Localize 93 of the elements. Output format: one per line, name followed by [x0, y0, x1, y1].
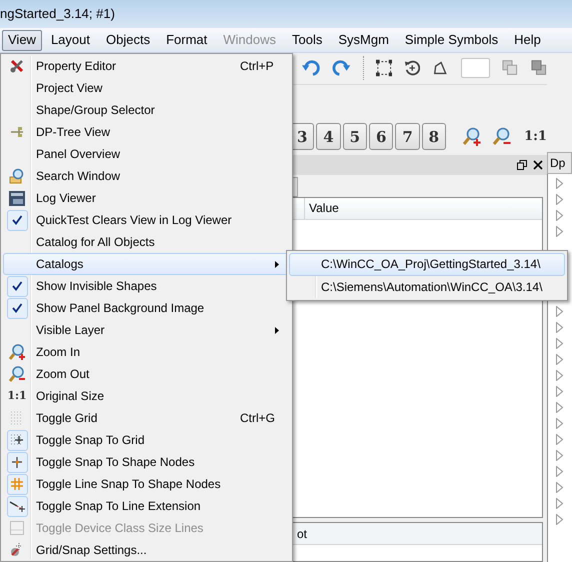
menu-item[interactable]: Catalog for All Objects	[3, 231, 290, 253]
submenu-arrow-icon	[275, 260, 279, 268]
expand-arrow-icon[interactable]	[556, 194, 563, 205]
zoom-out-icon[interactable]	[492, 126, 512, 147]
layer-button[interactable]: 5	[342, 123, 368, 150]
checkbox[interactable]	[6, 452, 28, 472]
tools-icon	[9, 58, 25, 74]
menu-item[interactable]: Property Editor Ctrl+P	[3, 55, 290, 77]
expand-arrow-icon[interactable]	[556, 418, 563, 429]
node-cross-icon	[9, 454, 25, 470]
expand-arrow-icon[interactable]	[556, 386, 563, 397]
column-header[interactable]: ot	[291, 524, 308, 543]
checkbox[interactable]	[6, 474, 28, 494]
square-outline-icon	[9, 520, 25, 536]
close-icon[interactable]	[533, 160, 543, 170]
menu-item: Toggle Device Class Size Lines	[3, 517, 290, 539]
expand-arrow-icon[interactable]	[556, 210, 563, 221]
expand-arrow-icon[interactable]	[556, 434, 563, 445]
menu-item[interactable]: Show Invisible Shapes	[3, 275, 290, 297]
layers-icon[interactable]	[530, 59, 547, 78]
menu-item[interactable]: Format	[159, 30, 214, 50]
tree-nodes-icon	[9, 124, 25, 140]
checkbox[interactable]	[6, 496, 28, 516]
submenu-arrow-icon	[275, 326, 279, 334]
expand-arrow-icon[interactable]	[556, 482, 563, 493]
checkmark-icon	[11, 302, 23, 314]
checkmark-icon	[11, 280, 23, 292]
original-size-button[interactable]: 1:1	[524, 127, 547, 147]
checkbox[interactable]	[6, 298, 28, 318]
search-icon	[9, 168, 25, 184]
menu-item[interactable]: Tools	[285, 30, 330, 50]
menu-item[interactable]: Visible Layer	[3, 319, 290, 341]
menu-item[interactable]: Toggle Snap To Grid	[3, 429, 290, 451]
side-tab[interactable]: Dp	[547, 152, 572, 174]
layer-button[interactable]: 6	[369, 123, 394, 150]
menu-item[interactable]: C:\WinCC_OA_Proj\GettingStarted_3.14\	[289, 253, 565, 276]
menu-item[interactable]: Zoom Out	[3, 363, 290, 385]
column-header[interactable]: Value	[305, 199, 339, 218]
menu-item[interactable]: SysMgm	[331, 30, 396, 50]
expand-arrow-icon[interactable]	[556, 450, 563, 461]
menu-item[interactable]: DP-Tree View	[3, 121, 290, 143]
menu-item[interactable]: Panel Overview	[3, 143, 290, 165]
expand-arrow-icon[interactable]	[556, 306, 563, 317]
menu-item[interactable]: Help	[507, 30, 548, 50]
expand-arrow-icon[interactable]	[556, 370, 563, 381]
layer-button[interactable]: 7	[395, 123, 420, 150]
rotate-icon[interactable]	[404, 59, 420, 78]
menu-item[interactable]: 1:1 Original Size	[3, 385, 290, 407]
menu-item[interactable]: Toggle Line Snap To Shape Nodes	[3, 473, 290, 495]
layers-icon[interactable]	[502, 59, 519, 78]
zoom-in-icon	[9, 344, 25, 360]
zoom-in-icon[interactable]	[462, 126, 482, 147]
expand-arrow-icon[interactable]	[556, 354, 563, 365]
window-title: ngStarted_3.14; #1)	[0, 5, 115, 24]
zoom-out-icon	[9, 366, 25, 382]
menu-item[interactable]: View	[2, 30, 42, 50]
expand-arrow-icon[interactable]	[556, 466, 563, 477]
layer-button[interactable]: 8	[422, 123, 446, 150]
menu-item[interactable]: Zoom In	[3, 341, 290, 363]
menu-item[interactable]: Project View	[3, 77, 290, 99]
expand-arrow-icon[interactable]	[556, 178, 563, 189]
redo-icon[interactable]	[332, 59, 350, 78]
expand-arrow-icon[interactable]	[556, 402, 563, 413]
selection-frame-icon[interactable]	[376, 59, 392, 78]
menu-item[interactable]: Toggle Snap To Shape Nodes	[3, 451, 290, 473]
layer-button[interactable]: 4	[316, 123, 341, 150]
menu-item[interactable]: Shape/Group Selector	[3, 99, 290, 121]
menu-item[interactable]: Simple Symbols	[398, 30, 506, 50]
menu-item[interactable]: Toggle Grid Ctrl+G	[3, 407, 290, 429]
checkbox[interactable]	[6, 210, 28, 230]
menu-item[interactable]: Grid/Snap Settings...	[3, 539, 290, 561]
menu-item[interactable]: Toggle Snap To Line Extension	[3, 495, 290, 517]
menu-item[interactable]: Log Viewer	[3, 187, 290, 209]
menu-item[interactable]: Layout	[44, 30, 97, 50]
menu-item[interactable]: Show Panel Background Image	[3, 297, 290, 319]
ratio-icon: 1:1	[7, 388, 27, 404]
expand-arrow-icon[interactable]	[556, 322, 563, 333]
log-viewer-icon	[9, 190, 25, 206]
expand-arrow-icon[interactable]	[556, 338, 563, 349]
undo-icon[interactable]	[302, 59, 320, 78]
expand-arrow-icon[interactable]	[556, 514, 563, 525]
expand-arrow-icon[interactable]	[556, 226, 563, 237]
checkbox[interactable]	[6, 430, 28, 450]
checkmark-icon	[11, 214, 23, 226]
value-field[interactable]	[460, 58, 490, 78]
menu-item[interactable]: QuickTest Clears View in Log Viewer	[3, 209, 290, 231]
menu-item[interactable]: Search Window	[3, 165, 290, 187]
float-icon[interactable]	[517, 160, 527, 170]
menu-item[interactable]: Objects	[99, 30, 158, 50]
expand-arrow-icon[interactable]	[556, 498, 563, 509]
menu-item[interactable]: C:\Siemens\Automation\WinCC_OA\3.14\	[289, 276, 565, 298]
hash-icon	[9, 476, 25, 492]
checkbox[interactable]	[6, 276, 28, 296]
